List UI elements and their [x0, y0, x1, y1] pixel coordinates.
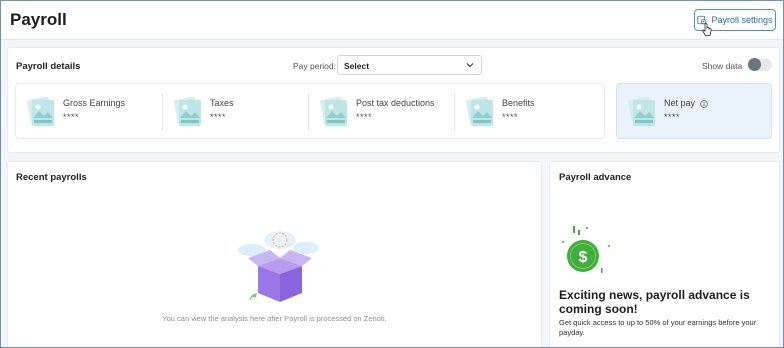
payroll-advance-subtext: Get quick access to up to 50% of your ea…: [559, 318, 757, 337]
card-value: ****: [502, 112, 519, 122]
payroll-details-panel: Payroll details Pay period: Select Show …: [7, 47, 780, 153]
top-bar: Payroll Payroll settings: [1, 1, 783, 40]
placeholder-image-icon: [173, 97, 201, 126]
hand-cursor-icon: [702, 23, 712, 36]
card-label: Post tax deductions: [356, 98, 435, 108]
placeholder-image-icon: [319, 97, 347, 126]
card-value: ****: [210, 112, 227, 122]
card-value: ****: [63, 112, 80, 122]
card-label: Net pay: [664, 98, 708, 108]
payroll-settings-label: Payroll settings: [711, 15, 773, 25]
chevron-down-icon: [466, 63, 474, 68]
payroll-advance-panel: Payroll advance $ Exciting news, payroll…: [549, 161, 780, 347]
card-value: ****: [356, 112, 373, 122]
toggle-knob: [748, 58, 761, 71]
payroll-details-title: Payroll details: [16, 61, 81, 72]
card-taxes: Taxes ****: [163, 84, 309, 140]
net-pay-label: Net pay: [664, 98, 696, 108]
dollar-coin-icon: $: [562, 226, 610, 273]
info-icon[interactable]: [699, 99, 708, 108]
recent-payrolls-panel: Recent payrolls You can view the analysi…: [7, 161, 542, 347]
card-benefits: Benefits ****: [455, 84, 605, 140]
app-frame: Payroll Payroll settings Payroll details…: [0, 0, 784, 348]
card-value: ****: [664, 112, 681, 122]
empty-box-illustration: [238, 231, 319, 302]
placeholder-image-icon: [627, 97, 655, 126]
summary-cards: Gross Earnings **** Taxes **** Post tax …: [15, 83, 772, 139]
pay-period-select[interactable]: Select: [337, 55, 482, 75]
page-title: Payroll: [10, 10, 67, 29]
card-label: Gross Earnings: [63, 98, 126, 108]
pay-period-label: Pay period:: [293, 61, 336, 71]
payroll-advance-headline: Exciting news, payroll advance is coming…: [559, 288, 750, 316]
payroll-advance-title: Payroll advance: [559, 172, 632, 183]
placeholder-image-icon: [465, 97, 493, 126]
show-data-label: Show data: [702, 61, 743, 71]
svg-text:$: $: [579, 249, 588, 266]
card-post-tax-deductions: Post tax deductions ****: [309, 84, 455, 140]
card-gross-earnings: Gross Earnings ****: [16, 84, 163, 140]
card-net-pay: Net pay ****: [616, 83, 772, 139]
placeholder-image-icon: [26, 97, 54, 126]
pay-period-value: Select: [344, 61, 370, 71]
show-data-toggle[interactable]: [748, 58, 772, 71]
card-label: Benefits: [502, 98, 535, 108]
card-label: Taxes: [210, 98, 234, 108]
summary-cards-group: Gross Earnings **** Taxes **** Post tax …: [15, 83, 605, 139]
recent-payrolls-title: Recent payrolls: [16, 172, 87, 183]
empty-state-text: You can view the analysis here after Pay…: [162, 314, 387, 323]
